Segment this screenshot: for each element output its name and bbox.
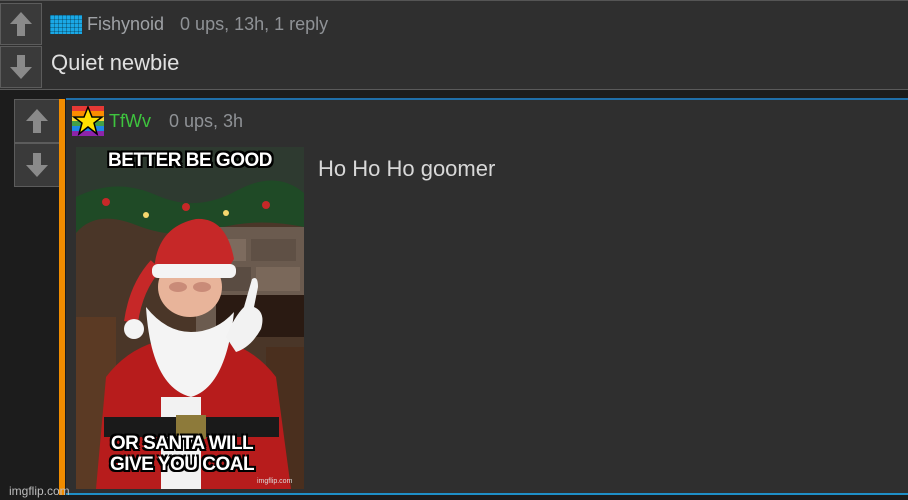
comment-header: Fishynoid 0 ups, 13h, 1 reply <box>50 13 328 35</box>
meme-bottom-caption-line1: OR SANTA WILL <box>110 433 254 454</box>
imgflip-watermark: imgflip.com <box>9 484 70 498</box>
user-flag-icon <box>50 14 82 34</box>
comment-fishynoid: Fishynoid 0 ups, 13h, 1 reply Quiet newb… <box>0 0 908 90</box>
username-link[interactable]: TfWv <box>109 111 151 132</box>
rainbow-star-flag-icon <box>72 106 104 136</box>
comment-text: Quiet newbie <box>51 50 180 75</box>
username-link[interactable]: Fishynoid <box>87 14 164 35</box>
comment-meta: 0 ups, 3h <box>169 110 244 131</box>
meme-bottom-caption: OR SANTA WILL GIVE YOU COAL <box>76 433 296 475</box>
upvote-button[interactable] <box>0 3 42 45</box>
meme-bottom-caption-line2: GIVE YOU COAL <box>109 454 255 475</box>
meme-image[interactable]: BETTER BE GOOD OR SANTA WILL GIVE YOU CO… <box>76 147 304 489</box>
reply-thread-bar <box>59 99 65 495</box>
meme-top-caption: BETTER BE GOOD <box>107 150 273 171</box>
upvote-button[interactable] <box>14 99 60 143</box>
up-arrow-icon <box>26 109 48 133</box>
downvote-button[interactable] <box>0 46 42 88</box>
down-arrow-icon <box>10 55 32 79</box>
comment-meta: 0 ups, 13h, 1 reply <box>180 13 329 34</box>
comment-tfwv: TfWv 0 ups, 3h BETTER BE GOOD OR SANTA W… <box>66 98 908 495</box>
comment-header: TfWv 0 ups, 3h <box>72 106 243 136</box>
meme-watermark: imgflip.com <box>257 478 293 485</box>
comment-text: Ho Ho Ho goomer <box>318 156 496 181</box>
downvote-button[interactable] <box>14 143 60 187</box>
up-arrow-icon <box>10 12 32 36</box>
down-arrow-icon <box>26 153 48 177</box>
